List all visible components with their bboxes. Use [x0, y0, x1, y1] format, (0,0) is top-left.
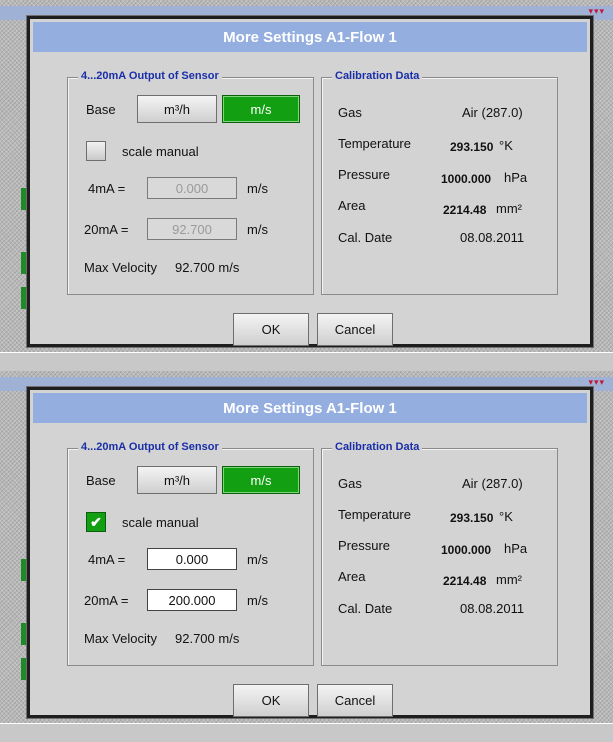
- cancel-button[interactable]: Cancel: [317, 313, 393, 346]
- area-value: 2214.48: [443, 203, 487, 217]
- base-ms-button[interactable]: m/s: [222, 95, 300, 123]
- background-bottom-strip: [0, 352, 613, 371]
- cal-date-label: Cal. Date: [338, 230, 393, 245]
- base-m3h-button[interactable]: m³/h: [137, 466, 217, 494]
- scale-manual-label: scale manual: [122, 144, 199, 159]
- mA4-input[interactable]: 0.000: [147, 548, 237, 570]
- mA20-input[interactable]: 92.700: [147, 218, 237, 240]
- max-velocity-value: 92.700 m/s: [175, 260, 240, 275]
- cal-date-label: Cal. Date: [338, 601, 393, 616]
- gas-value: Air (287.0): [462, 105, 523, 120]
- mA20-label: 20mA =: [84, 593, 129, 608]
- temperature-value: 293.150: [450, 140, 494, 154]
- screen-bottom: ▾▾▾ More Settings A1-Flow 1 4...20mA Out…: [0, 371, 613, 742]
- background-bottom-strip: [0, 723, 613, 742]
- scale-manual-checkbox[interactable]: ✔: [86, 512, 106, 532]
- pressure-unit: hPa: [504, 541, 528, 556]
- pressure-unit: hPa: [504, 170, 528, 185]
- dialog-title: More Settings A1-Flow 1: [33, 393, 587, 423]
- scale-manual-checkbox[interactable]: [86, 141, 106, 161]
- base-label: Base: [86, 102, 116, 117]
- mA4-label: 4mA =: [88, 181, 126, 196]
- ok-button[interactable]: OK: [233, 684, 309, 717]
- area-label: Area: [338, 569, 366, 584]
- mA4-unit: m/s: [247, 181, 268, 196]
- mA4-label: 4mA =: [88, 552, 126, 567]
- base-ms-button[interactable]: m/s: [222, 466, 300, 494]
- area-unit: mm²: [496, 572, 522, 587]
- temperature-value: 293.150: [450, 511, 494, 525]
- pressure-value: 1000.000: [441, 172, 492, 186]
- temperature-label: Temperature: [338, 507, 411, 522]
- area-value: 2214.48: [443, 574, 487, 588]
- output-group-legend: 4...20mA Output of Sensor: [78, 70, 222, 82]
- base-label: Base: [86, 473, 116, 488]
- base-m3h-button[interactable]: m³/h: [137, 95, 217, 123]
- mA20-input[interactable]: 200.000: [147, 589, 237, 611]
- area-label: Area: [338, 198, 366, 213]
- calibration-group-legend: Calibration Data: [332, 70, 423, 82]
- output-group-legend: 4...20mA Output of Sensor: [78, 441, 222, 453]
- temperature-unit: °K: [499, 509, 513, 524]
- cal-date-value: 08.08.2011: [460, 601, 525, 616]
- dialog-title: More Settings A1-Flow 1: [33, 22, 587, 52]
- max-velocity-label: Max Velocity: [84, 631, 157, 646]
- more-settings-dialog: More Settings A1-Flow 1 4...20mA Output …: [27, 16, 593, 347]
- gas-value: Air (287.0): [462, 476, 523, 491]
- area-unit: mm²: [496, 201, 522, 216]
- pressure-value: 1000.000: [441, 543, 492, 557]
- ok-button[interactable]: OK: [233, 313, 309, 346]
- cal-date-value: 08.08.2011: [460, 230, 525, 245]
- mA4-unit: m/s: [247, 552, 268, 567]
- pressure-label: Pressure: [338, 167, 391, 182]
- checkmark-icon: ✔: [90, 513, 102, 530]
- temperature-label: Temperature: [338, 136, 411, 151]
- scale-manual-label: scale manual: [122, 515, 199, 530]
- calibration-group-legend: Calibration Data: [332, 441, 423, 453]
- temperature-unit: °K: [499, 138, 513, 153]
- mA4-input[interactable]: 0.000: [147, 177, 237, 199]
- mA20-unit: m/s: [247, 222, 268, 237]
- more-settings-dialog: More Settings A1-Flow 1 4...20mA Output …: [27, 387, 593, 718]
- mA20-label: 20mA =: [84, 222, 129, 237]
- mA20-unit: m/s: [247, 593, 268, 608]
- pressure-label: Pressure: [338, 538, 391, 553]
- gas-label: Gas: [338, 105, 362, 120]
- max-velocity-label: Max Velocity: [84, 260, 157, 275]
- gas-label: Gas: [338, 476, 362, 491]
- max-velocity-value: 92.700 m/s: [175, 631, 240, 646]
- cancel-button[interactable]: Cancel: [317, 684, 393, 717]
- screen-top: ▾▾▾ More Settings A1-Flow 1 4...20mA Out…: [0, 0, 613, 371]
